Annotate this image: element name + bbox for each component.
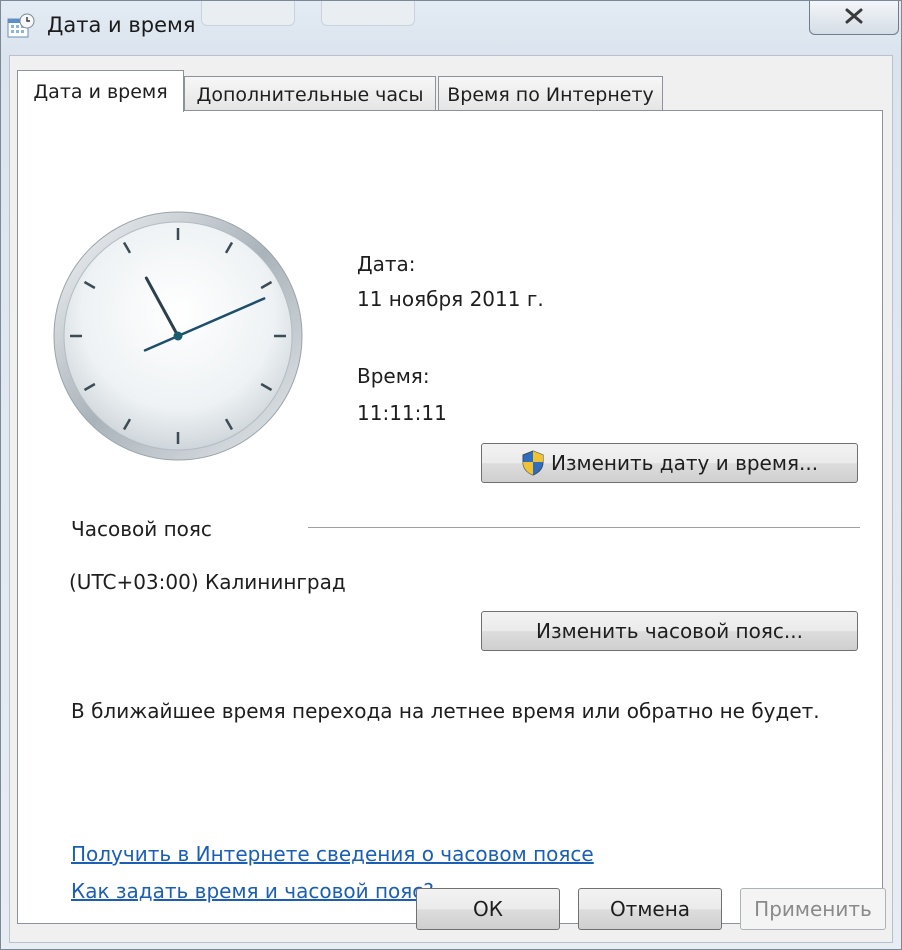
date-label: Дата:: [357, 252, 416, 276]
change-date-time-button[interactable]: Изменить дату и время...: [481, 443, 858, 483]
date-time-window: Дата и время Дата и время Дополнительные…: [0, 0, 902, 950]
window-title: Дата и время: [47, 13, 196, 37]
close-button[interactable]: [809, 1, 899, 35]
tab-date-time[interactable]: Дата и время: [17, 70, 184, 112]
cancel-button[interactable]: Отмена: [578, 888, 722, 930]
uac-shield-icon: [521, 450, 545, 476]
time-value: 11:11:11: [357, 401, 447, 425]
dst-note: В ближайшее время перехода на летнее вре…: [71, 699, 820, 723]
timezone-separator: [308, 527, 860, 528]
close-icon: [843, 7, 865, 29]
timezone-value: (UTC+03:00) Калининград: [69, 570, 346, 594]
tab-additional-clocks[interactable]: Дополнительные часы: [184, 76, 436, 112]
calendar-clock-icon: [7, 13, 35, 41]
link-timezone-info[interactable]: Получить в Интернете сведения о часовом …: [71, 842, 594, 866]
time-label: Время:: [357, 364, 430, 388]
tab-internet-time[interactable]: Время по Интернету: [438, 76, 663, 112]
date-value: 11 ноября 2011 г.: [357, 287, 544, 311]
title-bar[interactable]: Дата и время: [1, 1, 901, 53]
background-window-tab: [201, 1, 295, 26]
background-window-tab: [321, 1, 415, 26]
analog-clock: [51, 209, 305, 463]
change-date-time-label: Изменить дату и время...: [550, 451, 819, 475]
link-how-to-set-time[interactable]: Как задать время и часовой пояс?: [71, 879, 434, 903]
dialog-body: Дата и время Дополнительные часы Время п…: [9, 55, 893, 943]
ok-button[interactable]: ОК: [416, 888, 560, 930]
apply-button[interactable]: Применить: [740, 888, 886, 930]
tab-panel-date-time: Дата: 11 ноября 2011 г. Время: 11:11:11 …: [17, 110, 883, 924]
change-timezone-button[interactable]: Изменить часовой пояс...: [481, 611, 858, 651]
timezone-heading: Часовой пояс: [71, 517, 212, 541]
